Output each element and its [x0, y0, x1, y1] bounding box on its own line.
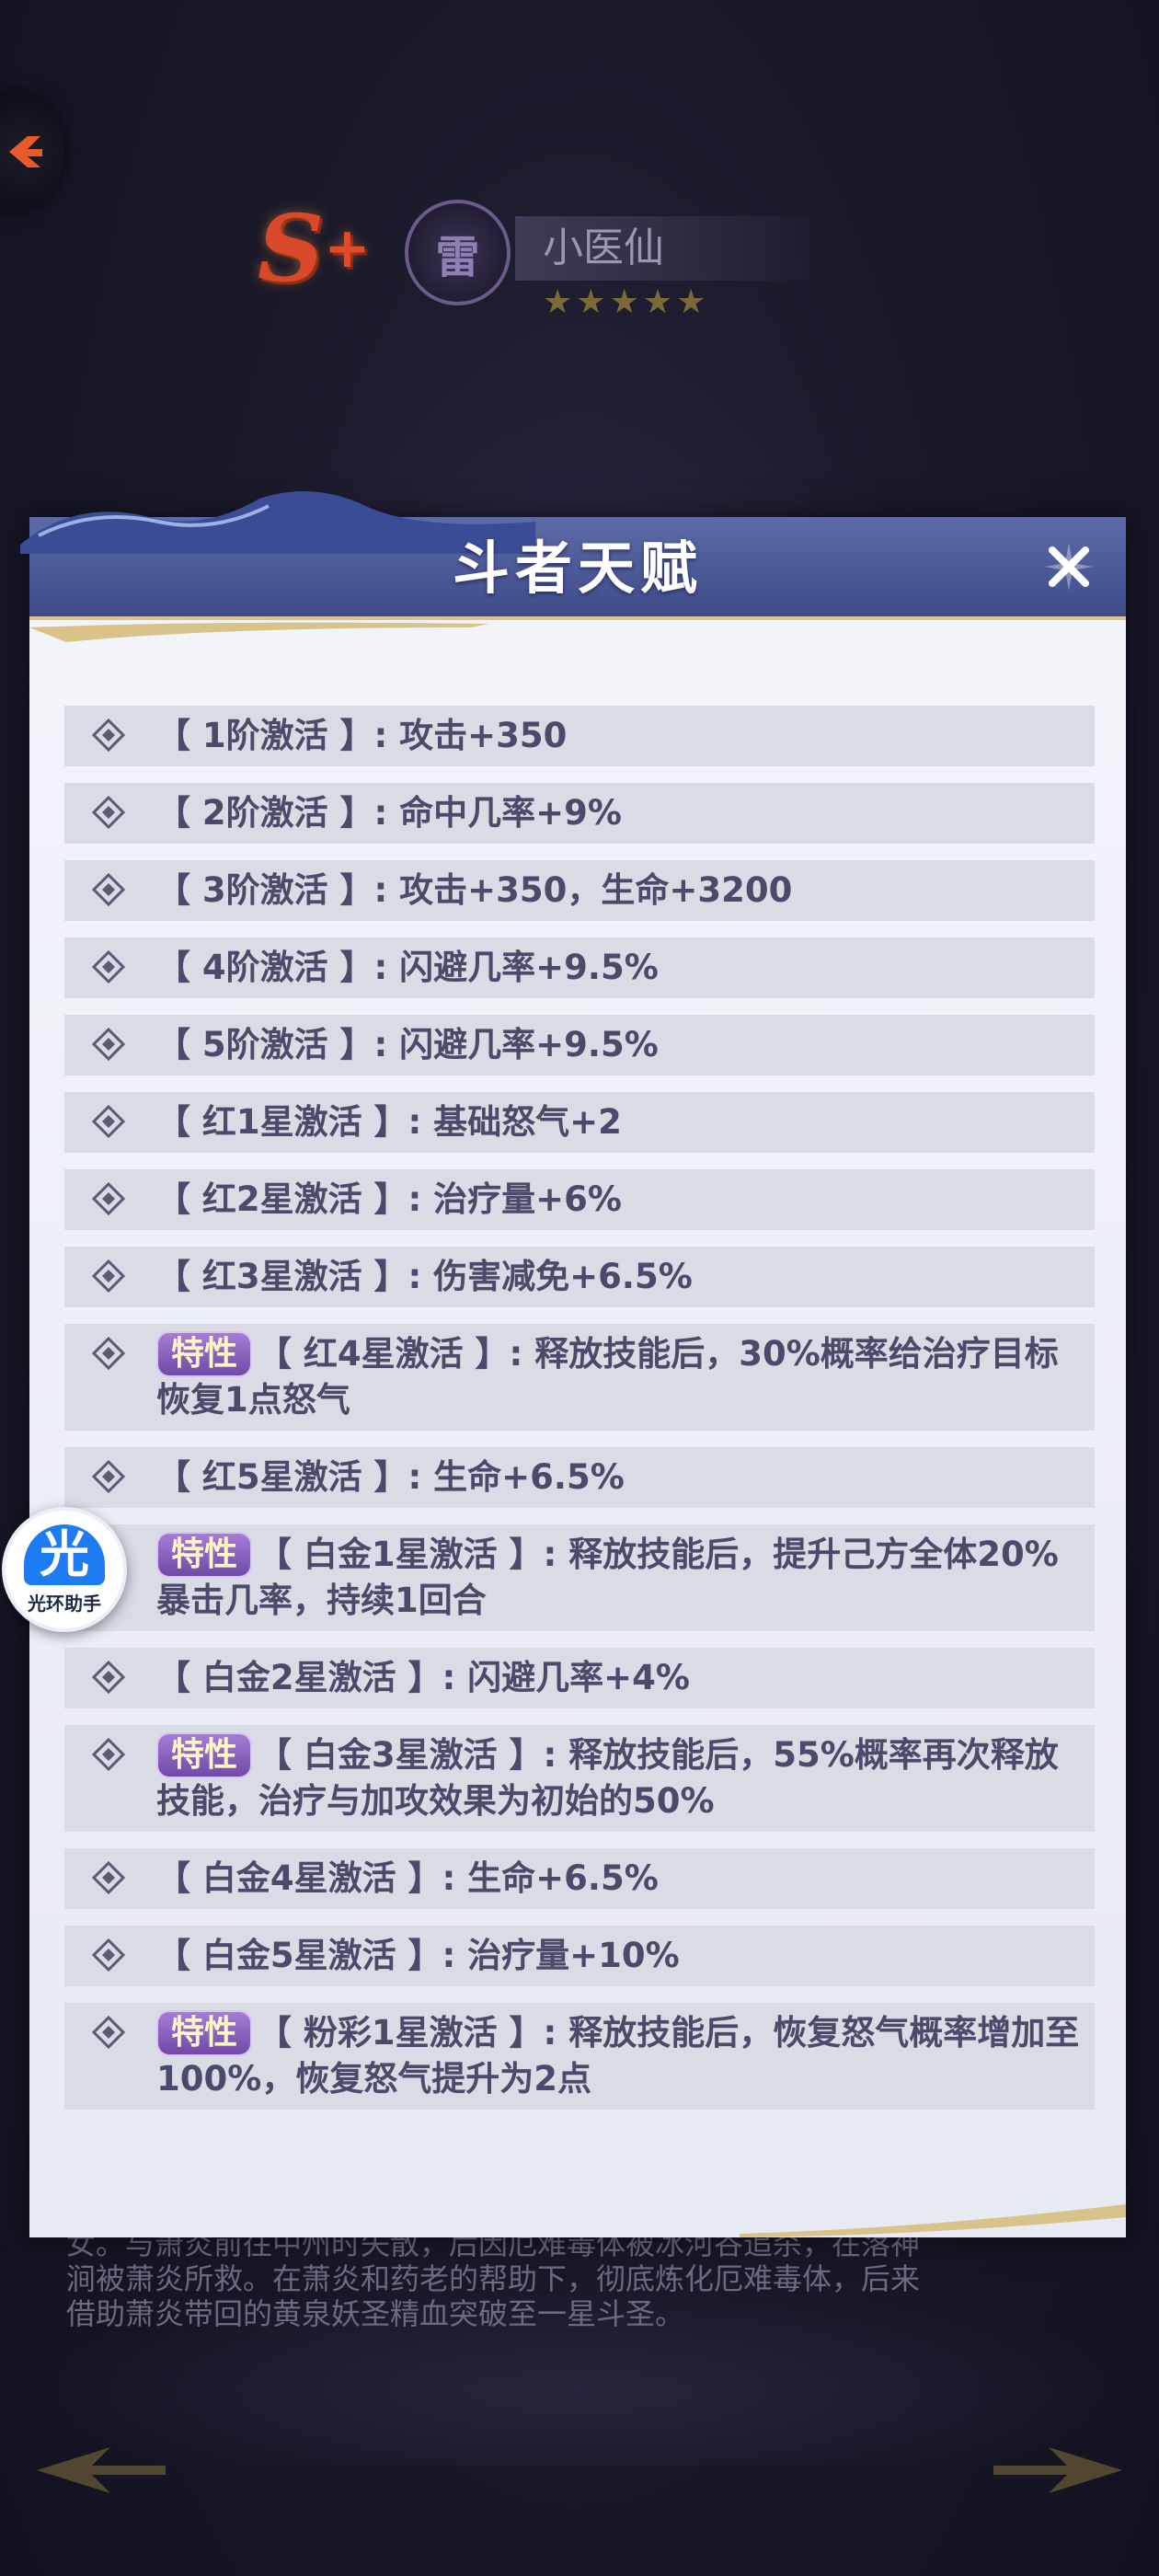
star-icon: ★ [642, 283, 673, 321]
diamond-bullet-icon [92, 1182, 125, 1215]
talent-row: 【 4阶激活 】: 闪避几率+9.5% [64, 937, 1095, 998]
footer-gold-streak [740, 2204, 1126, 2237]
talent-row: 【 白金4星激活 】: 生命+6.5% [64, 1848, 1095, 1909]
talent-text: 【 3阶激活 】: 攻击+350，生命+3200 [156, 870, 793, 910]
diamond-bullet-icon [92, 1259, 125, 1293]
talent-text: 【 红3星激活 】: 伤害减免+6.5% [156, 1257, 693, 1296]
close-x-icon [1045, 543, 1093, 591]
hero-bio-text: 女。与萧炎前往中州时失散，后因厄难毒体被冰河谷追杀，在落神 涧被萧炎所救。在萧炎… [66, 2226, 921, 2331]
diamond-bullet-icon [92, 1861, 125, 1894]
talent-text: 【 白金1星激活 】: 释放技能后，提升己方全体20%暴击几率，持续1回合 [156, 1535, 1059, 1620]
talent-text: 【 红2星激活 】: 治疗量+6% [156, 1179, 623, 1219]
star-icon: ★ [676, 283, 706, 321]
rank-letter: S [258, 194, 325, 303]
left-ornament-icon [37, 2447, 166, 2493]
talent-text: 【 4阶激活 】: 闪避几率+9.5% [156, 948, 659, 987]
close-button[interactable] [1039, 537, 1098, 596]
diamond-bullet-icon [92, 719, 125, 752]
talent-text: 【 白金4星激活 】: 生命+6.5% [156, 1858, 659, 1898]
diamond-bullet-icon [92, 796, 125, 829]
diamond-bullet-icon [92, 873, 125, 906]
hero-header: S+ 雷 小医仙 ★ ★ ★ ★ ★ [258, 189, 809, 336]
hero-name: 小医仙 [515, 216, 809, 281]
talent-text: 【 红5星激活 】: 生命+6.5% [156, 1457, 625, 1497]
diamond-bullet-icon [92, 1105, 125, 1138]
talent-row: 【 红5星激活 】: 生命+6.5% [64, 1447, 1095, 1508]
header-gold-streak [29, 622, 489, 642]
talent-row: 【 红1星激活 】: 基础怒气+2 [64, 1092, 1095, 1153]
assistant-label: 光环助手 [28, 1592, 101, 1615]
element-emblem: 雷 [405, 200, 511, 305]
talent-row: 【 白金2星激活 】: 闪避几率+4% [64, 1648, 1095, 1708]
talent-row-trait: 特性【 白金1星激活 】: 释放技能后，提升己方全体20%暴击几率，持续1回合 [64, 1524, 1095, 1631]
talent-text: 【 2阶激活 】: 命中几率+9% [156, 793, 623, 833]
talent-row: 【 红3星激活 】: 伤害减免+6.5% [64, 1247, 1095, 1307]
talent-text: 【 白金2星激活 】: 闪避几率+4% [156, 1658, 691, 1697]
star-icon: ★ [576, 283, 606, 321]
talent-text: 【 白金3星激活 】: 释放技能后，55%概率再次释放技能，治疗与加攻效果为初始… [156, 1735, 1059, 1821]
talent-row: 【 白金5星激活 】: 治疗量+10% [64, 1926, 1095, 1986]
talent-row: 【 红2星激活 】: 治疗量+6% [64, 1169, 1095, 1230]
hero-star-row: ★ ★ ★ ★ ★ [543, 283, 706, 324]
talent-row: 【 2阶激活 】: 命中几率+9% [64, 783, 1095, 844]
diamond-bullet-icon [92, 1661, 125, 1694]
talent-text: 【 粉彩1星激活 】: 释放技能后，恢复怒气概率增加至100%，恢复怒气提升为2… [156, 2013, 1080, 2099]
talent-row-trait: 特性【 粉彩1星激活 】: 释放技能后，恢复怒气概率增加至100%，恢复怒气提升… [64, 2003, 1095, 2110]
talent-text: 【 5阶激活 】: 闪避几率+9.5% [156, 1025, 659, 1064]
talent-text: 【 红1星激活 】: 基础怒气+2 [156, 1102, 622, 1142]
trait-badge: 特性 [156, 1331, 253, 1377]
trait-badge: 特性 [156, 1732, 253, 1778]
modal-title: 斗者天赋 [452, 535, 703, 602]
right-ornament-icon [993, 2447, 1122, 2493]
rank-badge: S+ [258, 189, 396, 308]
back-arrow-icon [9, 136, 42, 167]
assistant-float-button[interactable]: 光 光环助手 [2, 1507, 127, 1632]
talent-text: 【 红4星激活 】: 释放技能后，30%概率给治疗目标恢复1点怒气 [156, 1334, 1059, 1420]
talent-row: 【 3阶激活 】: 攻击+350，生命+3200 [64, 860, 1095, 921]
element-label: 雷 [435, 231, 480, 283]
star-icon: ★ [609, 283, 639, 321]
diamond-bullet-icon [92, 1460, 125, 1493]
modal-header: 斗者天赋 [20, 491, 1126, 620]
talent-row: 【 5阶激活 】: 闪避几率+9.5% [64, 1015, 1095, 1075]
diamond-bullet-icon [92, 2016, 125, 2049]
diamond-bullet-icon [92, 1938, 125, 1972]
back-button[interactable] [0, 92, 64, 212]
diamond-bullet-icon [92, 1738, 125, 1771]
diamond-bullet-icon [92, 1337, 125, 1370]
trait-badge: 特性 [156, 2010, 253, 2056]
star-icon: ★ [543, 283, 573, 321]
talent-modal: 斗者天赋 【 1阶激活 】: 攻击+350 【 2阶激活 】: 命中几率+9% … [20, 491, 1126, 2237]
talent-text: 【 1阶激活 】: 攻击+350 [156, 716, 568, 755]
talent-row-trait: 特性【 白金3星激活 】: 释放技能后，55%概率再次释放技能，治疗与加攻效果为… [64, 1725, 1095, 1832]
diamond-bullet-icon [92, 1028, 125, 1061]
diamond-bullet-icon [92, 950, 125, 983]
talent-row-trait: 特性【 红4星激活 】: 释放技能后，30%概率给治疗目标恢复1点怒气 [64, 1324, 1095, 1431]
talent-text: 【 白金5星激活 】: 治疗量+10% [156, 1936, 680, 1975]
talent-row: 【 1阶激活 】: 攻击+350 [64, 706, 1095, 766]
talent-list: 【 1阶激活 】: 攻击+350 【 2阶激活 】: 命中几率+9% 【 3阶激… [64, 706, 1095, 2126]
trait-badge: 特性 [156, 1532, 253, 1578]
rank-plus: + [324, 216, 371, 281]
assistant-logo-icon: 光 [24, 1524, 105, 1585]
